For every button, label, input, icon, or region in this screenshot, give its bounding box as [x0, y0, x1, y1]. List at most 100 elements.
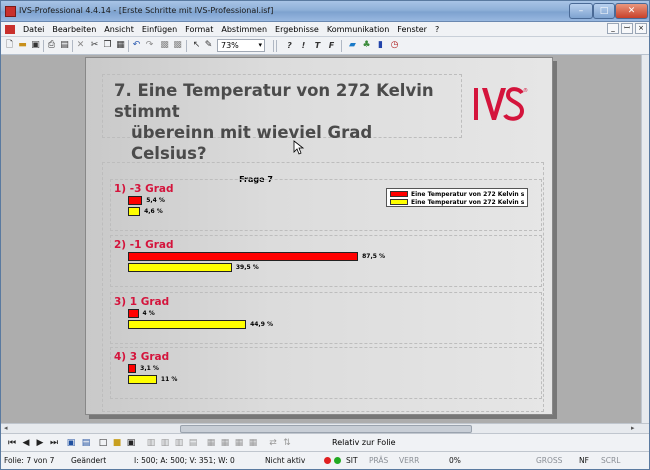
menu-item-bearbeiten[interactable]: Bearbeiten [48, 24, 100, 35]
question-text[interactable]: 7. Eine Temperatur von 272 Kelvin stimmt… [114, 80, 434, 164]
window-title: IVS-Professional 4.4.14 - [Erste Schritt… [19, 6, 274, 15]
answer-block-outline [110, 179, 542, 231]
open-folder-icon[interactable]: ▬ [17, 39, 28, 52]
bar-chart-icon[interactable]: ▮ [375, 39, 386, 52]
yellow-layout-icon[interactable]: ■ [111, 437, 123, 449]
slide-canvas[interactable]: 7. Eine Temperatur von 272 Kelvin stimmt… [85, 57, 553, 415]
pen-icon[interactable]: ✎ [203, 39, 214, 52]
toolbar-separator [341, 40, 342, 52]
timer-icon[interactable]: ◷ [389, 39, 400, 52]
menu-item-ansicht[interactable]: Ansicht [100, 24, 138, 35]
align-right-icon[interactable]: ▥ [173, 437, 185, 449]
title-bar[interactable]: IVS-Professional 4.4.14 - [Erste Schritt… [1, 1, 649, 22]
cut-icon[interactable]: ✂ [89, 39, 100, 52]
menu-item-einfügen[interactable]: Einfügen [138, 24, 181, 35]
flip-icon[interactable]: ⇅ [281, 437, 293, 449]
bar-series-1 [128, 196, 143, 205]
bar-series-1 [128, 364, 137, 373]
table-icon[interactable]: ▩ [159, 39, 170, 52]
layout-icon[interactable]: ▣ [125, 437, 137, 449]
pointer-icon[interactable]: ↖ [191, 39, 202, 52]
toolbar-separator [276, 40, 277, 52]
horizontal-scrollbar[interactable]: ◂ ▸ [1, 423, 649, 433]
align-center-icon[interactable]: ▥ [159, 437, 171, 449]
answer-label: 4) 3 Grad [114, 351, 170, 363]
grid-icon[interactable]: ▩ [172, 39, 183, 52]
toolbar-separator [72, 40, 73, 52]
same-width-icon[interactable]: ▦ [233, 437, 245, 449]
last-slide-button[interactable]: ⏭ [49, 437, 59, 449]
undo-icon[interactable]: ↶ [131, 39, 142, 52]
scroll-right-icon[interactable]: ▸ [631, 424, 635, 433]
network-icon[interactable]: ♣ [361, 39, 372, 52]
document-minimize-button[interactable]: _ [607, 23, 619, 34]
application-window: IVS-Professional 4.4.14 - [Erste Schritt… [0, 0, 650, 470]
first-slide-button[interactable]: ⏮ [7, 437, 17, 449]
minimize-button[interactable]: – [569, 3, 593, 19]
menu-item-format[interactable]: Format [181, 24, 217, 35]
menu-item-[interactable]: ? [431, 24, 443, 35]
toolbar: 🗋 ▬ ▣ ⎙ ▤ ✕ ✂ ❐ ▦ ↶ ↷ ▩ ▩ ↖ ✎ 73% ▾ ? ! T… [1, 37, 649, 55]
horizontal-scroll-thumb[interactable] [180, 425, 472, 433]
rotate-icon[interactable]: ⇄ [267, 437, 279, 449]
toolbar-separator [43, 40, 44, 52]
page-setup-icon[interactable]: ▤ [59, 39, 70, 52]
chart-icon[interactable]: ▰ [347, 39, 358, 52]
same-height-icon[interactable]: ▦ [247, 437, 259, 449]
zoom-value: 73% [221, 41, 239, 50]
bar-series-1 [128, 309, 139, 318]
zoom-select[interactable]: 73% ▾ [217, 39, 265, 52]
answer-label: 2) -1 Grad [114, 239, 174, 251]
mouse-cursor-icon [293, 140, 305, 155]
workspace: 7. Eine Temperatur von 272 Kelvin stimmt… [1, 55, 649, 423]
align-left-icon[interactable]: ▥ [145, 437, 157, 449]
toolbar-separator [273, 40, 274, 52]
bar-series-2 [128, 207, 141, 216]
distribute-vertical-icon[interactable]: ▦ [219, 437, 231, 449]
save-icon[interactable]: ▣ [30, 39, 41, 52]
menu-item-datei[interactable]: Datei [19, 24, 48, 35]
align-top-icon[interactable]: ▤ [187, 437, 199, 449]
slide-view-icon[interactable]: ▣ [65, 437, 77, 449]
menu-item-ergebnisse[interactable]: Ergebnisse [271, 24, 323, 35]
delete-icon[interactable]: ✕ [75, 39, 86, 52]
changed-indicator: Geändert [71, 456, 107, 465]
document-icon[interactable] [5, 25, 15, 34]
toolbar-separator [128, 40, 129, 52]
f-format-button[interactable]: F [327, 39, 336, 52]
menu-item-abstimmen[interactable]: Abstimmen [217, 24, 271, 35]
menu-item-fenster[interactable]: Fenster [393, 24, 431, 35]
relative-to-slide-button[interactable]: Relativ zur Folie [329, 437, 399, 449]
outline-view-icon[interactable]: ▤ [80, 437, 92, 449]
answer-block-outline [110, 235, 542, 287]
close-button[interactable]: ✕ [615, 3, 648, 19]
question-line-2: übereinn mit wieviel Grad Celsius? [131, 123, 373, 163]
distribute-icon[interactable]: ▦ [205, 437, 217, 449]
document-restore-button[interactable]: ꟷ [621, 23, 633, 34]
document-close-button[interactable]: × [635, 23, 647, 34]
paste-icon[interactable]: ▦ [115, 39, 126, 52]
red-status-icon [324, 457, 331, 464]
blank-layout-icon[interactable]: □ [97, 437, 109, 449]
question-format-button[interactable]: ? [285, 39, 294, 52]
app-icon [5, 6, 16, 17]
scroll-left-icon[interactable]: ◂ [4, 424, 8, 433]
exclamation-format-button[interactable]: ! [299, 39, 308, 52]
maximize-button[interactable]: □ [593, 3, 615, 19]
text-format-button[interactable]: T [313, 39, 322, 52]
redo-icon[interactable]: ↷ [144, 39, 155, 52]
slide-counter: Folie: 7 von 7 [4, 456, 55, 465]
next-slide-button[interactable]: ▶ [35, 437, 45, 449]
previous-slide-button[interactable]: ◀ [21, 437, 31, 449]
verr-indicator: VERR [399, 456, 420, 465]
vertical-scrollbar[interactable] [641, 55, 649, 423]
question-line-1: 7. Eine Temperatur von 272 Kelvin stimmt [114, 81, 434, 121]
bar-series-2 [128, 375, 157, 384]
document-window-controls: _ ꟷ × [607, 23, 647, 34]
menu-item-kommunikation[interactable]: Kommunikation [323, 24, 393, 35]
copy-icon[interactable]: ❐ [102, 39, 113, 52]
gross-indicator: GROSS [536, 456, 563, 465]
new-file-icon[interactable]: 🗋 [4, 39, 15, 52]
print-icon[interactable]: ⎙ [46, 39, 57, 52]
toolbar-separator [186, 40, 187, 52]
